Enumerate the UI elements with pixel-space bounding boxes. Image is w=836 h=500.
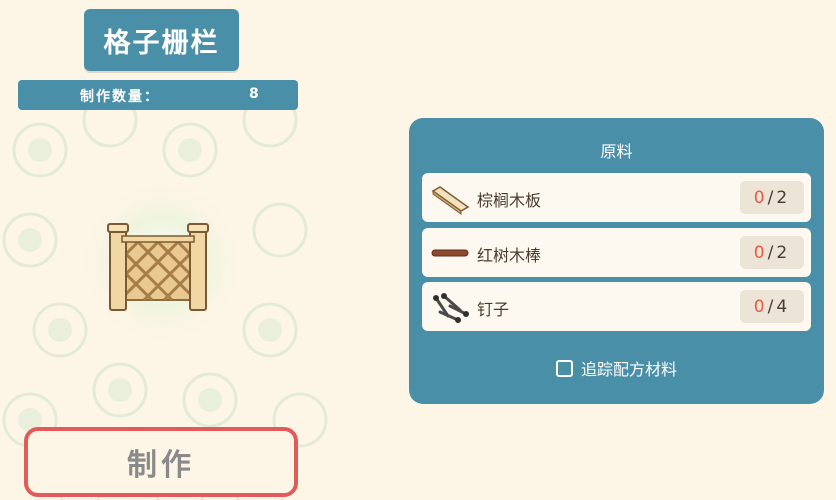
material-count: 0/4 [740, 290, 804, 323]
material-sep: / [767, 296, 777, 317]
material-count: 0/2 [740, 181, 804, 214]
item-title: 格子栅栏 [84, 9, 239, 71]
material-sep: / [767, 187, 777, 208]
lattice-fence-icon [107, 223, 209, 311]
nails-icon [433, 293, 469, 323]
track-recipe-toggle[interactable]: 追踪配方材料 [409, 356, 824, 380]
materials-title: 原料 [600, 142, 633, 161]
material-have: 0 [753, 242, 768, 263]
palm-plank-icon [431, 186, 470, 215]
quantity-value: 8 [249, 86, 259, 102]
materials-panel: 原料 棕榈木板 0/2 红树木棒 0/2 钉子 0/4 追踪配方材料 [409, 118, 824, 404]
material-need: 2 [776, 187, 791, 208]
material-row-mangrove-stick: 红树木棒 0/2 [422, 228, 811, 277]
track-label: 追踪配方材料 [580, 360, 677, 379]
material-row-nails: 钉子 0/4 [422, 282, 811, 331]
material-have: 0 [753, 296, 768, 317]
material-have: 0 [753, 187, 768, 208]
material-need: 4 [776, 296, 791, 317]
material-need: 2 [776, 242, 791, 263]
material-name: 棕榈木板 [477, 191, 542, 210]
track-checkbox[interactable] [555, 359, 573, 377]
material-name: 钉子 [477, 300, 510, 319]
material-name: 红树木棒 [477, 246, 542, 265]
quantity-label: 制作数量： [80, 89, 160, 105]
quantity-bar: 制作数量： 8 [18, 80, 298, 110]
mangrove-stick-icon [431, 249, 469, 257]
material-sep: / [767, 242, 777, 263]
material-row-palm-plank: 棕榈木板 0/2 [422, 173, 811, 222]
craft-button[interactable]: 制作 [24, 427, 298, 497]
material-count: 0/2 [740, 236, 804, 269]
